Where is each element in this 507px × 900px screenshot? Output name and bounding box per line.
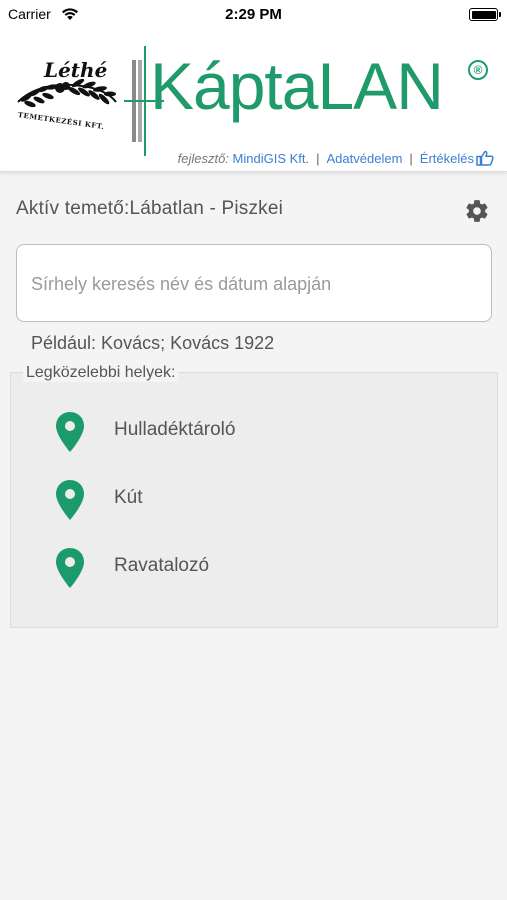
- nearest-places-title: Legközelebbi helyek:: [23, 364, 179, 382]
- separator: |: [316, 151, 320, 166]
- place-item-hulladektarolo[interactable]: Hulladéktároló: [11, 405, 499, 457]
- map-pin-icon: [56, 548, 84, 588]
- lethe-logo: Léthé TEMETKEZÉSI KFT.: [12, 58, 118, 131]
- place-name: Hulladéktároló: [114, 419, 236, 440]
- rating-link-label: Értékelés: [419, 151, 474, 166]
- place-name: Kút: [114, 487, 143, 508]
- brand-name: KáptaLAN: [150, 49, 444, 123]
- battery-icon: [469, 8, 498, 21]
- registered-mark: ®: [468, 60, 488, 80]
- lethe-logo-text: Léthé: [44, 58, 108, 82]
- place-item-ravatalozo[interactable]: Ravatalozó: [11, 541, 499, 593]
- search-hint: Például: Kovács; Kovács 1922: [31, 333, 275, 353]
- thumbs-up-icon: [476, 150, 494, 166]
- search-box: [16, 244, 492, 322]
- place-name: Ravatalozó: [114, 555, 210, 576]
- credits-bar: fejlesztő: MindiGIS Kft. | Adatvédelem | Ért…: [0, 150, 494, 166]
- nearest-places-panel: Legközelebbi helyek: Hulladéktároló Kút …: [10, 364, 499, 628]
- status-bar: Carrier 2:29 PM: [0, 0, 507, 30]
- rating-link[interactable]: Értékelés: [419, 150, 494, 166]
- search-input[interactable]: [31, 267, 476, 301]
- active-cemetery-row: Aktív temető:Lábatlan - Piszkei: [16, 198, 492, 224]
- developer-link[interactable]: MindiGIS Kft.: [233, 151, 310, 166]
- developer-label: fejlesztő:: [177, 151, 229, 166]
- battery-tip: [499, 12, 501, 17]
- status-time: 2:29 PM: [225, 6, 282, 23]
- active-cemetery-label: Aktív temető:Lábatlan - Piszkei: [16, 198, 284, 219]
- gear-icon[interactable]: [464, 198, 490, 224]
- app-header: Léthé TEMETKEZÉSI KFT. KáptaLAN ® fejles…: [0, 30, 507, 172]
- place-item-kut[interactable]: Kút: [11, 473, 499, 525]
- separator: |: [409, 151, 413, 166]
- map-pin-icon: [56, 412, 84, 452]
- privacy-link[interactable]: Adatvédelem: [327, 151, 403, 166]
- map-pin-icon: [56, 480, 84, 520]
